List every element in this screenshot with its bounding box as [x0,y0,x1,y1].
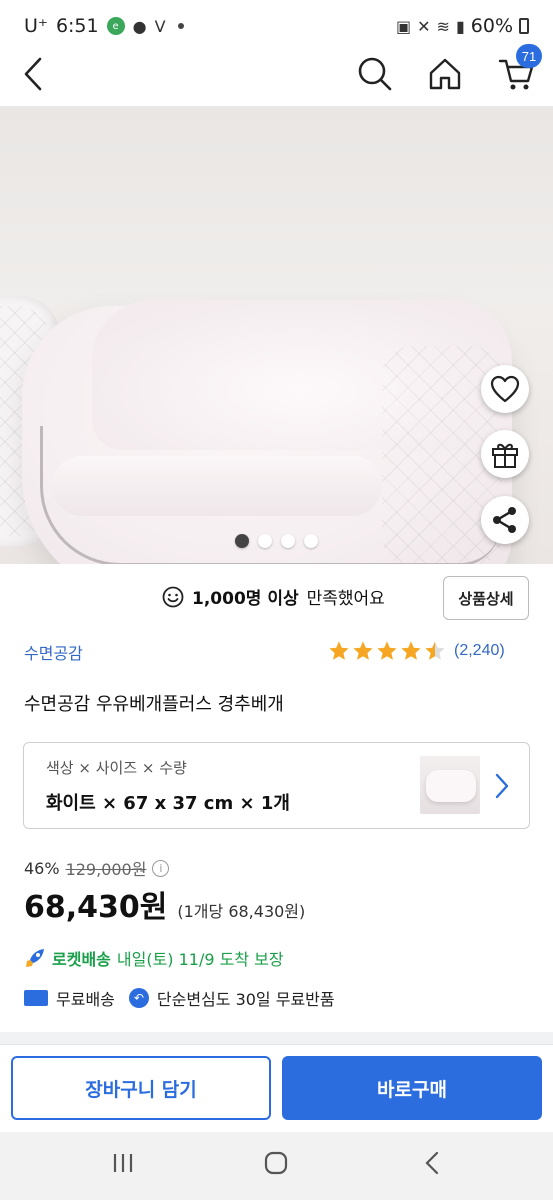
nfc-icon: ▣ [396,16,412,36]
vpn-notification-icon: V [154,16,166,36]
back-button[interactable] [12,52,56,96]
recent-apps-icon[interactable] [110,1150,136,1176]
satisfaction-count: 1,000명 이상 [192,589,299,609]
truck-icon [24,990,48,1006]
carrier-label: U⁺ [24,15,48,37]
home-icon [429,58,461,90]
app-notification-icon: e [106,17,125,35]
pagination-dot[interactable] [304,534,318,548]
purchase-bar: 장바구니 담기 바로구매 [0,1044,553,1132]
star-full-icon [377,641,397,660]
buy-now-button[interactable]: 바로구매 [282,1056,542,1120]
back-nav-icon[interactable] [420,1150,446,1176]
chevron-right-icon [495,773,509,799]
top-nav: 71 [0,44,553,106]
pagination-dot[interactable] [258,534,272,548]
home-nav-icon[interactable] [263,1150,289,1176]
system-nav-bar [0,1132,553,1200]
product-detail-button[interactable]: 상품상세 [443,576,529,620]
satisfaction-row: 1,000명 이상 만족했어요 상품상세 [0,576,553,620]
star-full-icon [353,641,373,660]
add-to-cart-button[interactable]: 장바구니 담기 [11,1056,271,1120]
mute-icon: ✕ [417,16,431,36]
clock: 6:51 [55,15,99,37]
rocket-delivery-label: 로켓배송 [52,950,111,969]
free-shipping-label: 무료배송 [56,990,115,1009]
info-icon[interactable]: i [152,859,170,877]
star-full-icon [401,641,421,660]
star-half-icon [425,641,445,660]
search-icon [358,57,392,91]
battery-percent: 60% [470,15,513,37]
sale-price: 68,430원 [24,890,168,925]
option-value: 화이트 × 67 x 37 cm × 1개 [46,793,290,814]
gift-icon [492,443,518,468]
chat-notification-icon: ● [132,16,147,36]
price-original-row: 46% 129,000원 i [24,856,170,880]
shipping-row: 무료배송 ↶ 단순변심도 30일 무료반품 [24,986,335,1010]
signal-icon: ▮ [455,16,465,36]
status-bar: U⁺ 6:51 e ● V ▣ ✕ ≋ ▮ 60% [0,0,553,52]
wifi-icon: ≋ [436,16,450,36]
share-icon [493,507,516,533]
return-policy-label: 단순변심도 30일 무료반품 [156,990,335,1009]
more-notifications-icon [177,23,184,29]
wishlist-button[interactable] [481,365,529,413]
gift-button[interactable] [481,430,529,478]
section-divider [0,1032,553,1044]
option-label: 색상 × 사이즈 × 수량 [46,759,187,777]
rocket-icon [26,949,44,967]
image-background [0,106,553,306]
product-image-gallery[interactable] [0,106,553,564]
rating-stars[interactable]: (2,240) [328,640,505,662]
rocket-delivery-row: 로켓배송 내일(토) 11/9 도착 보장 [24,946,284,970]
home-button[interactable] [423,52,467,96]
star-full-icon [329,641,349,660]
satisfaction-suffix: 만족했어요 [306,589,385,609]
brand-link[interactable]: 수면공감 [24,640,83,664]
chevron-left-icon [24,57,42,91]
search-button[interactable] [353,52,397,96]
pillow-image [22,300,512,564]
pagination-dot[interactable] [235,534,249,548]
delivery-eta: 내일(토) 11/9 도착 보장 [116,950,284,969]
option-selector[interactable]: 색상 × 사이즈 × 수량 화이트 × 67 x 37 cm × 1개 [23,742,530,829]
unit-price: (1개당 68,430원) [177,902,306,921]
original-price: 129,000원 [65,860,147,879]
review-count[interactable]: (2,240) [454,642,505,660]
discount-rate: 46% [24,858,60,878]
heart-icon [490,375,520,403]
cart-button[interactable]: 71 [494,44,542,96]
return-icon: ↶ [128,988,149,1008]
pagination-dot[interactable] [281,534,295,548]
gallery-pagination [0,534,553,548]
product-title: 수면공감 우유베개플러스 경추베개 [24,694,284,715]
option-thumbnail [420,756,480,814]
battery-icon [519,18,529,34]
smile-icon [162,586,184,607]
price-row: 68,430원 (1개당 68,430원) [24,882,305,926]
cart-count-badge: 71 [516,44,542,68]
